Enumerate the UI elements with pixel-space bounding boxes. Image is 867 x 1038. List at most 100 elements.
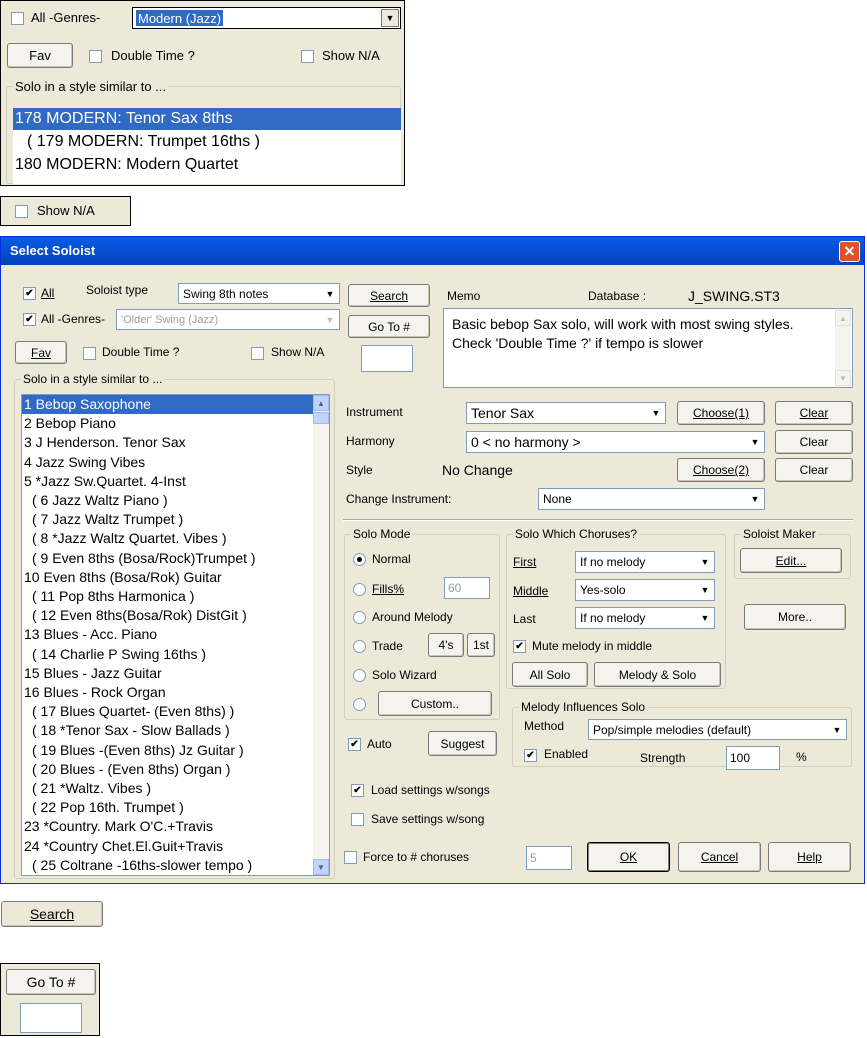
- goto-button[interactable]: Go To #: [348, 315, 430, 338]
- scroll-up-icon[interactable]: ▲: [313, 395, 329, 411]
- normal-radio[interactable]: [353, 553, 366, 566]
- list-item[interactable]: 3 J Henderson. Tenor Sax: [22, 433, 313, 452]
- list-item[interactable]: 23 *Country. Mark O'C.+Travis: [22, 817, 313, 836]
- list-item[interactable]: 178 MODERN: Tenor Sax 8ths: [13, 108, 401, 130]
- genre-select[interactable]: Modern (Jazz) ▼: [132, 7, 401, 29]
- clear-instrument-button[interactable]: Clear: [775, 401, 853, 425]
- all-checkbox[interactable]: [23, 287, 36, 300]
- memo-box[interactable]: Basic bebop Sax solo, will work with mos…: [443, 308, 853, 388]
- instrument-select[interactable]: Tenor Sax ▼: [466, 402, 666, 424]
- list-item[interactable]: ( 11 Pop 8ths Harmonica ): [22, 587, 313, 606]
- chevron-down-icon[interactable]: ▼: [696, 553, 713, 571]
- help-button[interactable]: Help: [768, 842, 851, 872]
- list-item[interactable]: ( 179 MODERN: Trumpet 16ths ): [13, 130, 401, 154]
- style-list[interactable]: 178 MODERN: Tenor Sax 8ths ( 179 MODERN:…: [13, 108, 401, 184]
- list-item[interactable]: ( 8 *Jazz Waltz Quartet. Vibes ): [22, 529, 313, 548]
- goto-crop-input[interactable]: [20, 1003, 82, 1033]
- list-item[interactable]: 2 Bebop Piano: [22, 414, 313, 433]
- method-select[interactable]: Pop/simple melodies (default) ▼: [588, 719, 847, 740]
- double-time-checkbox[interactable]: [83, 347, 96, 360]
- suggest-button[interactable]: Suggest: [428, 731, 497, 756]
- style-list[interactable]: 1 Bebop Saxophone 2 Bebop Piano 3 J Hender…: [21, 394, 330, 876]
- load-settings-checkbox[interactable]: [351, 784, 364, 797]
- scroll-up-icon[interactable]: ▲: [835, 310, 851, 326]
- list-item[interactable]: ( 12 Even 8ths(Bosa/Rok) DistGit ): [22, 606, 313, 625]
- all-genres-checkbox[interactable]: [23, 313, 36, 326]
- search-button[interactable]: Search: [348, 284, 430, 307]
- list-item[interactable]: 1 Bebop Saxophone: [22, 395, 313, 415]
- edit-button[interactable]: Edit...: [740, 548, 842, 573]
- melody-solo-button[interactable]: Melody & Solo: [594, 662, 721, 687]
- list-item[interactable]: ( 6 Jazz Waltz Piano ): [22, 491, 313, 510]
- goto-input[interactable]: [361, 345, 413, 372]
- list-item[interactable]: ( 25 Coltrane -16ths-slower tempo ): [22, 856, 313, 875]
- list-item[interactable]: 24 *Country Chet.El.Guit+Travis: [22, 837, 313, 856]
- list-item[interactable]: 15 Blues - Jazz Guitar: [22, 664, 313, 683]
- ok-button[interactable]: OK: [587, 842, 670, 872]
- force-choruses-input[interactable]: 5: [526, 846, 572, 870]
- clear-harmony-button[interactable]: Clear: [775, 430, 853, 454]
- save-settings-checkbox[interactable]: [351, 813, 364, 826]
- strength-input[interactable]: 100: [726, 746, 780, 770]
- list-item[interactable]: ( 18 *Tenor Sax - Slow Ballads ): [22, 721, 313, 740]
- middle-select[interactable]: Yes-solo ▼: [575, 579, 715, 601]
- enabled-checkbox[interactable]: [524, 749, 537, 762]
- list-item[interactable]: 10 Even 8ths (Bosa/Rok) Guitar: [22, 568, 313, 587]
- first-select[interactable]: If no melody ▼: [575, 551, 715, 573]
- fills-input[interactable]: 60: [444, 577, 490, 599]
- scroll-down-icon[interactable]: ▼: [313, 859, 329, 875]
- clear-style-button[interactable]: Clear: [775, 458, 853, 482]
- list-item[interactable]: 4 Jazz Swing Vibes: [22, 453, 313, 472]
- last-select[interactable]: If no melody ▼: [575, 607, 715, 629]
- show-na-checkbox[interactable]: [301, 50, 314, 63]
- chevron-down-icon[interactable]: ▼: [828, 721, 845, 738]
- fav-button[interactable]: Fav: [15, 341, 67, 364]
- fav-button[interactable]: Fav: [7, 43, 73, 68]
- trade-radio[interactable]: [353, 640, 366, 653]
- change-instrument-select[interactable]: None ▼: [538, 488, 765, 510]
- custom-radio[interactable]: [353, 698, 366, 711]
- mute-melody-checkbox[interactable]: [513, 640, 526, 653]
- force-choruses-checkbox[interactable]: [344, 851, 357, 864]
- list-item[interactable]: ( 14 Charlie P Swing 16ths ): [22, 645, 313, 664]
- chevron-down-icon[interactable]: ▼: [746, 490, 763, 508]
- cancel-button[interactable]: Cancel: [678, 842, 761, 872]
- fills-radio[interactable]: [353, 583, 366, 596]
- list-item[interactable]: ( 17 Blues Quartet- (Even 8ths) ): [22, 702, 313, 721]
- chevron-down-icon[interactable]: ▼: [321, 311, 338, 328]
- list-item[interactable]: 13 Blues - Acc. Piano: [22, 625, 313, 644]
- close-icon[interactable]: ✕: [839, 241, 860, 262]
- scroll-down-icon[interactable]: ▼: [835, 370, 851, 386]
- trade-1st-button[interactable]: 1st: [467, 633, 495, 657]
- style-list-scrollbar[interactable]: ▲ ▼: [313, 395, 329, 875]
- show-na-checkbox[interactable]: [251, 347, 264, 360]
- list-item[interactable]: ( 20 Blues - (Even 8ths) Organ ): [22, 760, 313, 779]
- goto-crop-button[interactable]: Go To #: [6, 969, 96, 995]
- memo-scrollbar[interactable]: ▲ ▼: [835, 310, 851, 386]
- list-item[interactable]: ( 9 Even 8ths (Bosa/Rock)Trumpet ): [22, 549, 313, 568]
- harmony-select[interactable]: 0 < no harmony > ▼: [466, 431, 765, 453]
- around-melody-radio[interactable]: [353, 611, 366, 624]
- search-crop-button[interactable]: Search: [1, 901, 103, 927]
- list-item[interactable]: ( 21 *Waltz. Vibes ): [22, 779, 313, 798]
- double-time-checkbox[interactable]: [89, 50, 102, 63]
- list-item[interactable]: 180 MODERN: Modern Quartet: [13, 154, 401, 176]
- chevron-down-icon[interactable]: ▼: [321, 285, 338, 302]
- more-button[interactable]: More..: [744, 604, 846, 630]
- solo-wizard-radio[interactable]: [353, 669, 366, 682]
- chevron-down-icon[interactable]: ▼: [381, 9, 399, 27]
- choose1-button[interactable]: Choose(1): [677, 401, 765, 425]
- chevron-down-icon[interactable]: ▼: [647, 404, 664, 422]
- list-item[interactable]: 16 Blues - Rock Organ: [22, 683, 313, 702]
- genre-select[interactable]: 'Older' Swing (Jazz) ▼: [116, 309, 340, 330]
- list-item[interactable]: ( 22 Pop 16th. Trumpet ): [22, 798, 313, 817]
- list-item[interactable]: 5 *Jazz Sw.Quartet. 4-Inst: [22, 472, 313, 491]
- chevron-down-icon[interactable]: ▼: [696, 581, 713, 599]
- auto-checkbox[interactable]: [348, 738, 361, 751]
- chevron-down-icon[interactable]: ▼: [696, 609, 713, 627]
- list-item[interactable]: ( 19 Blues -(Even 8ths) Jz Guitar ): [22, 741, 313, 760]
- chevron-down-icon[interactable]: ▼: [746, 433, 763, 451]
- scroll-thumb[interactable]: [313, 412, 329, 424]
- trade-4s-button[interactable]: 4's: [428, 633, 464, 657]
- all-solo-button[interactable]: All Solo: [512, 662, 588, 687]
